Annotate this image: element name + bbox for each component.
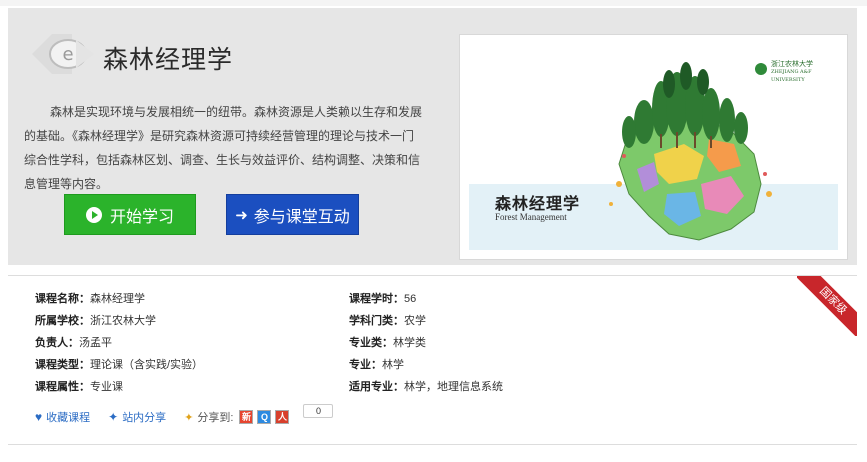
share-to-label: 分享到: [197, 412, 234, 424]
start-learning-label: 开始学习 [109, 208, 174, 226]
detail-major: 专业：林学 [349, 359, 404, 371]
heart-icon: ♥ [35, 410, 43, 424]
start-learning-button[interactable]: 开始学习 [64, 194, 196, 235]
course-hero: e 森林经理学 森林是实现环境与发展相统一的纽带。森林资源是人类赖以生存和发展的… [8, 8, 857, 265]
course-cover-image: 浙江农林大学 ZHEJIANG A&F UNIVERSITY 森林经理学 For… [459, 34, 848, 260]
detail-course-attribute: 课程属性：专业课 [35, 381, 123, 393]
svg-text:e: e [62, 44, 73, 65]
detail-responsible-person: 负责人：汤孟平 [35, 337, 112, 349]
university-seal-icon [755, 63, 767, 75]
share-sina-weibo-icon[interactable]: 新 [239, 410, 254, 424]
cover-illustration: 浙江农林大学 ZHEJIANG A&F UNIVERSITY 森林经理学 For… [469, 44, 838, 250]
star-icon: ✦ [184, 411, 194, 424]
detail-applicable-majors: 适用专业：林学，地理信息系统 [349, 381, 503, 393]
top-band [0, 0, 867, 6]
join-class-interaction-label: 参与课堂互动 [253, 208, 350, 226]
cover-university-name: 浙江农林大学 ZHEJIANG A&F UNIVERSITY [771, 60, 838, 84]
national-level-badge: 国家级 [797, 276, 857, 336]
arrow-right-icon: ➜ [235, 206, 248, 224]
join-class-interaction-button[interactable]: ➜ 参与课堂互动 [226, 194, 359, 235]
share-qzone-icon[interactable]: Q [257, 410, 272, 424]
share-renren-icon[interactable]: 人 [275, 410, 290, 424]
badge-label: 国家级 [797, 276, 857, 336]
cover-title-cn: 森林经理学 [495, 194, 581, 213]
cover-university-cn: 浙江农林大学 [771, 60, 813, 68]
course-actions: ♥ 收藏课程 ✦ 站内分享 ✦ 分享到: 新 Q 人 0 [35, 404, 334, 425]
bottom-divider [8, 444, 857, 445]
detail-major-category: 专业类：林学类 [349, 337, 426, 349]
course-details-panel: 国家级 课程名称：森林经理学 所属学校：浙江农林大学 负责人：汤孟平 课程类型：… [8, 275, 857, 445]
detail-course-type: 课程类型：理论课（含实践/实验） [35, 359, 204, 371]
share-count: 0 [303, 404, 334, 418]
play-icon [85, 206, 102, 223]
cover-title-en: Forest Management [495, 212, 567, 222]
detail-school: 所属学校：浙江农林大学 [35, 315, 156, 327]
pushpin-icon: ✦ [108, 410, 119, 424]
detail-discipline: 学科门类：农学 [349, 315, 426, 327]
detail-course-name: 课程名称：森林经理学 [35, 293, 145, 305]
cover-university-en: ZHEJIANG A&F UNIVERSITY [771, 69, 812, 83]
favorite-course-link[interactable]: ♥ 收藏课程 [35, 409, 90, 425]
course-logo-icon: e [32, 34, 94, 74]
course-title: 森林经理学 [103, 46, 234, 74]
site-share-link[interactable]: ✦ 站内分享 [108, 409, 166, 425]
course-description: 森林是实现环境与发展相统一的纽带。森林资源是人类赖以生存和发展的基础。《森林经理… [24, 105, 423, 191]
detail-course-hours: 课程学时：56 [349, 293, 417, 305]
